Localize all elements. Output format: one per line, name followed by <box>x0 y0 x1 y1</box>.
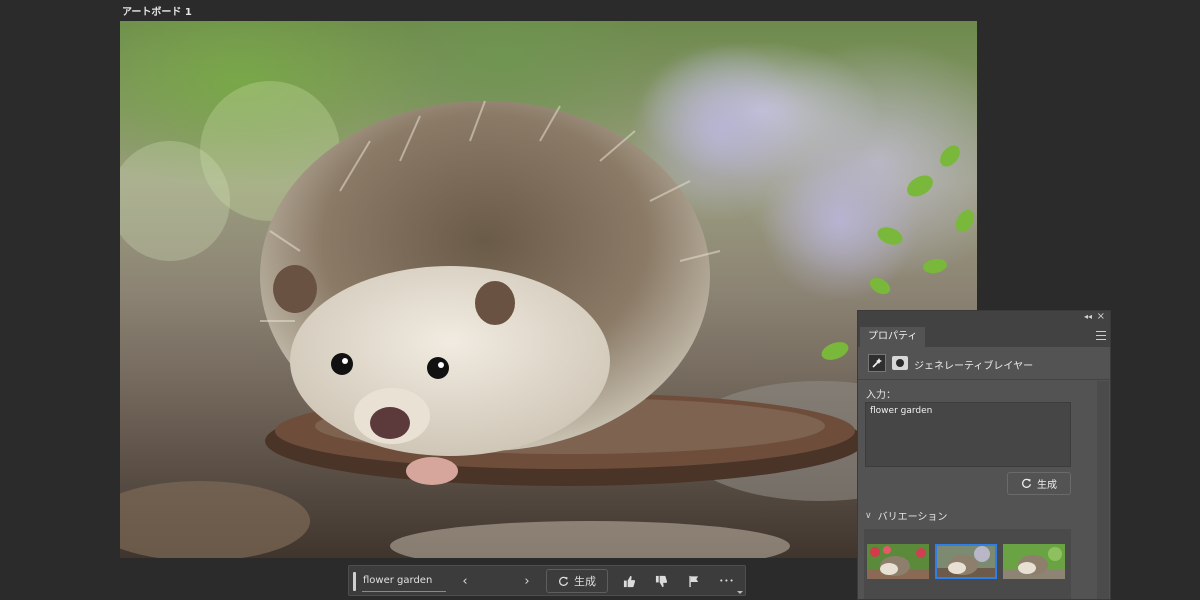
thumbs-up-button[interactable] <box>619 569 639 593</box>
variations-header[interactable]: ∨ バリエーション <box>865 508 948 524</box>
refresh-icon <box>559 576 569 586</box>
thumbs-up-icon <box>623 575 635 587</box>
prompt-underline <box>362 591 446 592</box>
thumbs-down-button[interactable] <box>651 569 671 593</box>
chevron-left-icon: ‹ <box>462 573 468 589</box>
close-icon[interactable]: × <box>1097 311 1105 322</box>
variation-thumbnail-3[interactable] <box>1003 544 1065 579</box>
canvas-image[interactable] <box>120 21 977 558</box>
panel-scrollbar[interactable] <box>1097 381 1109 599</box>
expand-corner-icon <box>737 591 743 594</box>
generative-layer-icon <box>868 354 886 372</box>
artboard-label: アートボード 1 <box>122 7 192 18</box>
drag-handle[interactable] <box>353 572 356 591</box>
refresh-icon <box>1022 478 1032 488</box>
menu-icon[interactable] <box>1096 331 1106 340</box>
flag-icon <box>689 575 699 587</box>
more-options-button[interactable]: ••• <box>717 569 737 593</box>
properties-panel: ◂◂ × プロパティ ジェネレーティブレイヤー 入力： flower garde… <box>857 310 1111 600</box>
tab-properties[interactable]: プロパティ <box>860 327 926 347</box>
toolbar-generate-button[interactable]: 生成 <box>546 569 608 593</box>
toolbar-prompt-input[interactable]: flower garden <box>363 575 432 586</box>
report-button[interactable] <box>684 569 704 593</box>
prompt-textarea[interactable]: flower garden <box>865 402 1071 467</box>
chevron-down-icon: ∨ <box>865 510 872 521</box>
variation-thumbnail-1[interactable] <box>867 544 929 579</box>
next-variation-button[interactable]: › <box>517 569 537 593</box>
previous-variation-button[interactable]: ‹ <box>455 569 475 593</box>
chevron-right-icon: › <box>524 573 530 589</box>
variations-label: バリエーション <box>877 512 948 523</box>
panel-generate-button[interactable]: 生成 <box>1007 472 1071 495</box>
hedgehog-photo <box>120 41 975 558</box>
layer-type-label: ジェネレーティブレイヤー <box>914 361 1034 372</box>
generative-toolbar: flower garden ‹ › 生成 ••• <box>348 565 746 596</box>
more-icon: ••• <box>719 577 735 585</box>
collapse-icon[interactable]: ◂◂ <box>1084 312 1092 321</box>
layer-mask-icon <box>892 356 908 370</box>
input-label: 入力： <box>866 390 896 401</box>
panel-generate-label: 生成 <box>1037 480 1057 491</box>
thumbs-down-icon <box>655 575 667 587</box>
variation-thumbnail-2-selected[interactable] <box>935 544 997 579</box>
toolbar-generate-label: 生成 <box>574 575 596 588</box>
panel-tab-bar: プロパティ <box>858 325 1110 347</box>
panel-titlebar[interactable]: ◂◂ × <box>858 311 1110 325</box>
variations-strip <box>864 529 1071 599</box>
layer-info-row: ジェネレーティブレイヤー <box>858 351 1110 380</box>
